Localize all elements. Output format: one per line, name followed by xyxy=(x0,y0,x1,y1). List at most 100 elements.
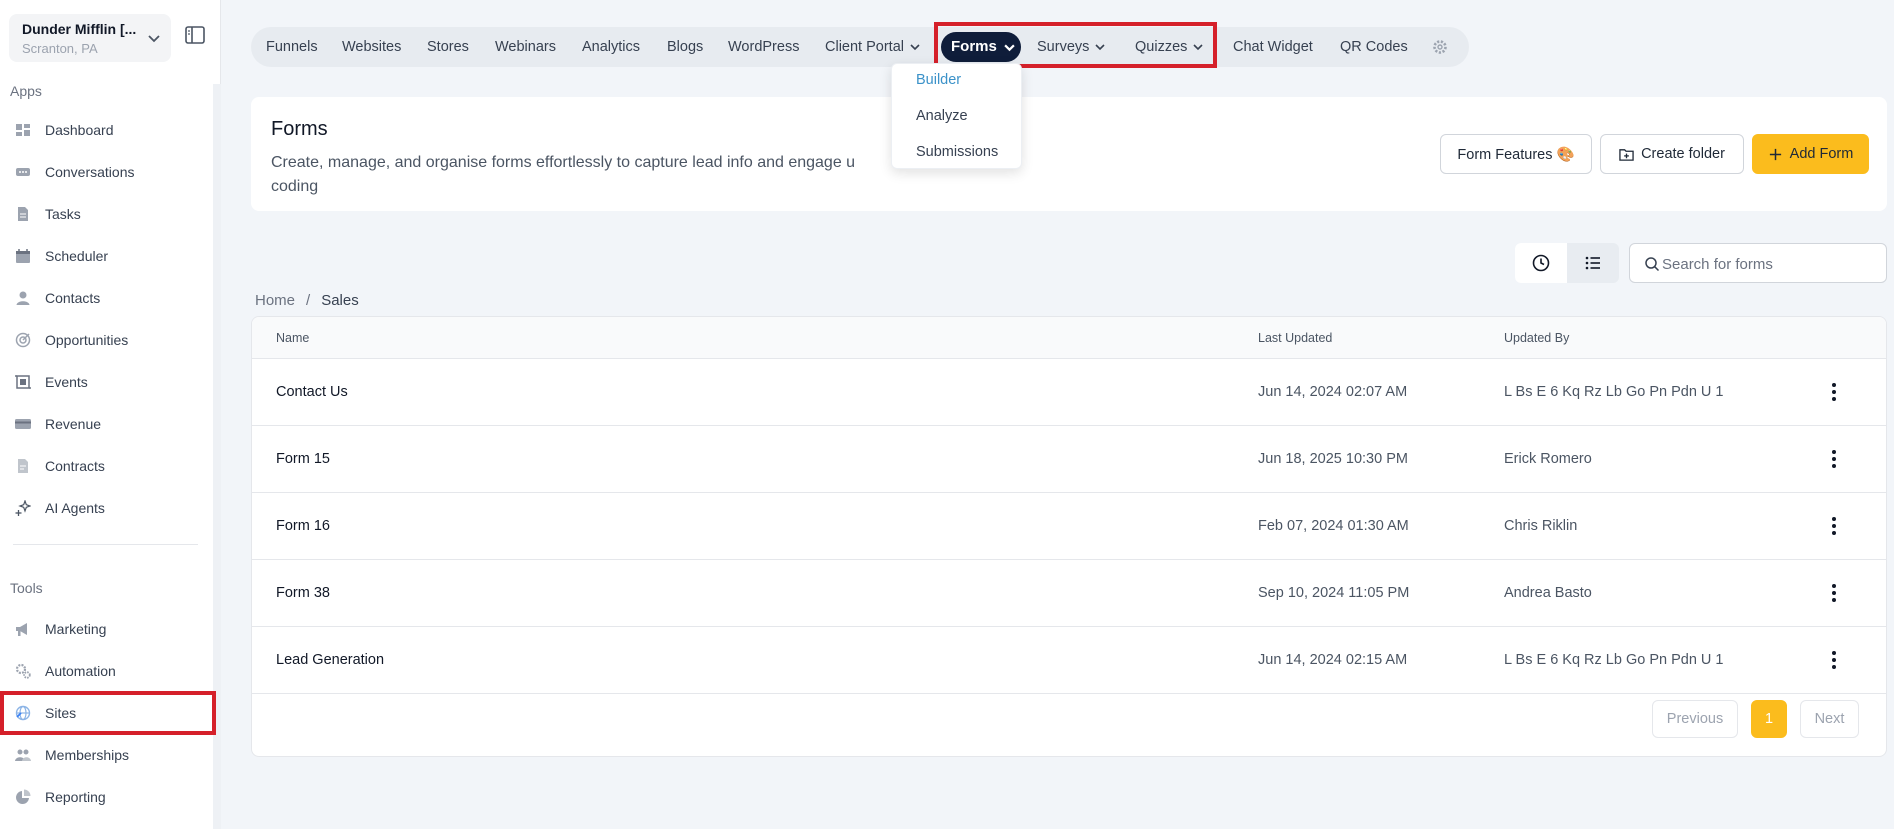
tab-funnels[interactable]: Funnels xyxy=(266,27,318,67)
account-switcher[interactable]: Dunder Mifflin [... Scranton, PA xyxy=(9,14,171,62)
form-name[interactable]: Form 15 xyxy=(276,451,330,467)
breadcrumb-separator: / xyxy=(306,292,311,309)
chevron-down-icon xyxy=(1193,44,1203,51)
create-folder-button[interactable]: Create folder xyxy=(1600,134,1744,174)
list-view-button[interactable] xyxy=(1567,243,1619,283)
updated-by: Chris Riklin xyxy=(1504,518,1578,534)
column-header-updated-by[interactable]: Updated By xyxy=(1504,331,1569,345)
sidebar-item-contracts[interactable]: Contracts xyxy=(0,446,214,486)
more-options-icon[interactable] xyxy=(1824,582,1844,604)
tab-analytics[interactable]: Analytics xyxy=(582,27,640,67)
sidebar-item-sites[interactable]: Sites xyxy=(0,693,214,733)
sidebar-item-label: AI Agents xyxy=(45,500,105,516)
list-icon xyxy=(1585,256,1600,270)
pie-icon xyxy=(15,789,31,805)
tab-client-portal[interactable]: Client Portal xyxy=(825,27,920,67)
tab-surveys[interactable]: Surveys xyxy=(1037,27,1105,67)
menu-item-submissions[interactable]: Submissions xyxy=(916,144,998,160)
sidebar-item-automation[interactable]: Automation xyxy=(0,651,214,691)
updated-by: L Bs E 6 Kq Rz Lb Go Pn Pdn U 1 xyxy=(1504,652,1724,668)
updated-by: Erick Romero xyxy=(1504,451,1592,467)
breadcrumb: Home / Sales xyxy=(255,292,359,309)
tab-forms[interactable]: Forms xyxy=(941,32,1021,62)
sidebar-item-label: Marketing xyxy=(45,621,107,637)
table-row[interactable]: Contact Us Jun 14, 2024 02:07 AM L Bs E … xyxy=(252,359,1886,426)
target-icon xyxy=(15,332,31,348)
form-name[interactable]: Form 38 xyxy=(276,585,330,601)
tab-label: Quizzes xyxy=(1135,39,1188,55)
sidebar-item-marketing[interactable]: Marketing xyxy=(0,609,214,649)
sidebar-item-label: Sites xyxy=(45,705,77,721)
more-options-icon[interactable] xyxy=(1824,515,1844,537)
form-name[interactable]: Contact Us xyxy=(276,384,348,400)
form-features-button[interactable]: Form Features 🎨 xyxy=(1440,134,1592,174)
tab-websites[interactable]: Websites xyxy=(342,27,401,67)
tab-wordpress[interactable]: WordPress xyxy=(728,27,799,67)
sidebar-item-revenue[interactable]: Revenue xyxy=(0,404,214,444)
sparkle-icon xyxy=(15,500,31,516)
breadcrumb-current: Sales xyxy=(321,292,359,309)
table-row[interactable]: Form 38 Sep 10, 2024 11:05 PM Andrea Bas… xyxy=(252,560,1886,627)
form-name[interactable]: Lead Generation xyxy=(276,652,384,668)
user-icon xyxy=(15,290,31,306)
events-icon xyxy=(15,374,31,390)
sidebar-item-conversations[interactable]: Conversations xyxy=(0,152,214,192)
more-options-icon[interactable] xyxy=(1824,381,1844,403)
add-form-button[interactable]: Add Form xyxy=(1752,134,1869,174)
tab-blogs[interactable]: Blogs xyxy=(667,27,703,67)
globe-icon xyxy=(15,705,31,721)
page-number-button[interactable]: 1 xyxy=(1751,700,1787,738)
tab-stores[interactable]: Stores xyxy=(427,27,469,67)
table-row[interactable]: Form 15 Jun 18, 2025 10:30 PM Erick Rome… xyxy=(252,426,1886,493)
tab-quizzes[interactable]: Quizzes xyxy=(1135,27,1203,67)
sidebar-item-tasks[interactable]: Tasks xyxy=(0,194,214,234)
description-line-2: coding xyxy=(271,178,319,195)
column-header-last-updated[interactable]: Last Updated xyxy=(1258,331,1332,345)
menu-item-analyze[interactable]: Analyze xyxy=(916,108,968,124)
sidebar-item-contacts[interactable]: Contacts xyxy=(0,278,214,318)
sidebar-scrollbar[interactable] xyxy=(213,84,221,829)
sidebar-item-ai-agents[interactable]: AI Agents xyxy=(0,488,214,528)
table-row[interactable]: Lead Generation Jun 14, 2024 02:15 AM L … xyxy=(252,627,1886,694)
sidebar-item-label: Events xyxy=(45,374,88,390)
sidebar-item-label: Automation xyxy=(45,663,116,679)
plus-icon xyxy=(1769,148,1781,160)
column-header-name[interactable]: Name xyxy=(276,331,309,345)
more-options-icon[interactable] xyxy=(1824,448,1844,470)
forms-table: Name Last Updated Updated By Contact Us … xyxy=(251,316,1887,757)
sidebar-item-label: Reporting xyxy=(45,789,106,805)
sidebar-item-reporting[interactable]: Reporting xyxy=(0,777,214,817)
dashboard-icon xyxy=(15,122,31,138)
sidebar-item-scheduler[interactable]: Scheduler xyxy=(0,236,214,276)
card-icon xyxy=(15,416,31,432)
chevron-down-icon xyxy=(1095,44,1105,51)
last-updated: Jun 14, 2024 02:07 AM xyxy=(1258,384,1408,400)
sidebar-item-label: Dashboard xyxy=(45,122,114,138)
cogs-icon xyxy=(15,663,31,679)
recent-view-button[interactable] xyxy=(1515,243,1567,283)
tab-webinars[interactable]: Webinars xyxy=(495,27,556,67)
sidebar-item-events[interactable]: Events xyxy=(0,362,214,402)
last-updated: Feb 07, 2024 01:30 AM xyxy=(1258,518,1409,534)
tab-chat-widget[interactable]: Chat Widget xyxy=(1233,27,1313,67)
sidebar-item-label: Opportunities xyxy=(45,332,129,348)
breadcrumb-home[interactable]: Home xyxy=(255,292,295,309)
next-page-button[interactable]: Next xyxy=(1800,700,1859,738)
description-line-1: Create, manage, and organise forms effor… xyxy=(271,154,856,171)
page-title: Forms xyxy=(271,118,328,140)
search-input[interactable] xyxy=(1662,253,1877,275)
add-form-label: Add Form xyxy=(1789,146,1854,162)
form-name[interactable]: Form 16 xyxy=(276,518,330,534)
sidebar-item-opportunities[interactable]: Opportunities xyxy=(0,320,214,360)
tab-qr-codes[interactable]: QR Codes xyxy=(1340,27,1408,67)
sidebar-collapse-icon[interactable] xyxy=(185,26,205,44)
more-options-icon[interactable] xyxy=(1824,649,1844,671)
menu-item-builder[interactable]: Builder xyxy=(916,72,961,88)
table-row[interactable]: Form 16 Feb 07, 2024 01:30 AM Chris Rikl… xyxy=(252,493,1886,560)
gear-icon[interactable] xyxy=(1432,39,1448,55)
folder-plus-icon xyxy=(1619,148,1634,161)
sidebar-item-dashboard[interactable]: Dashboard xyxy=(0,110,214,150)
sidebar-item-memberships[interactable]: Memberships xyxy=(0,735,214,775)
create-folder-label: Create folder xyxy=(1641,146,1725,162)
previous-page-button[interactable]: Previous xyxy=(1652,700,1738,738)
